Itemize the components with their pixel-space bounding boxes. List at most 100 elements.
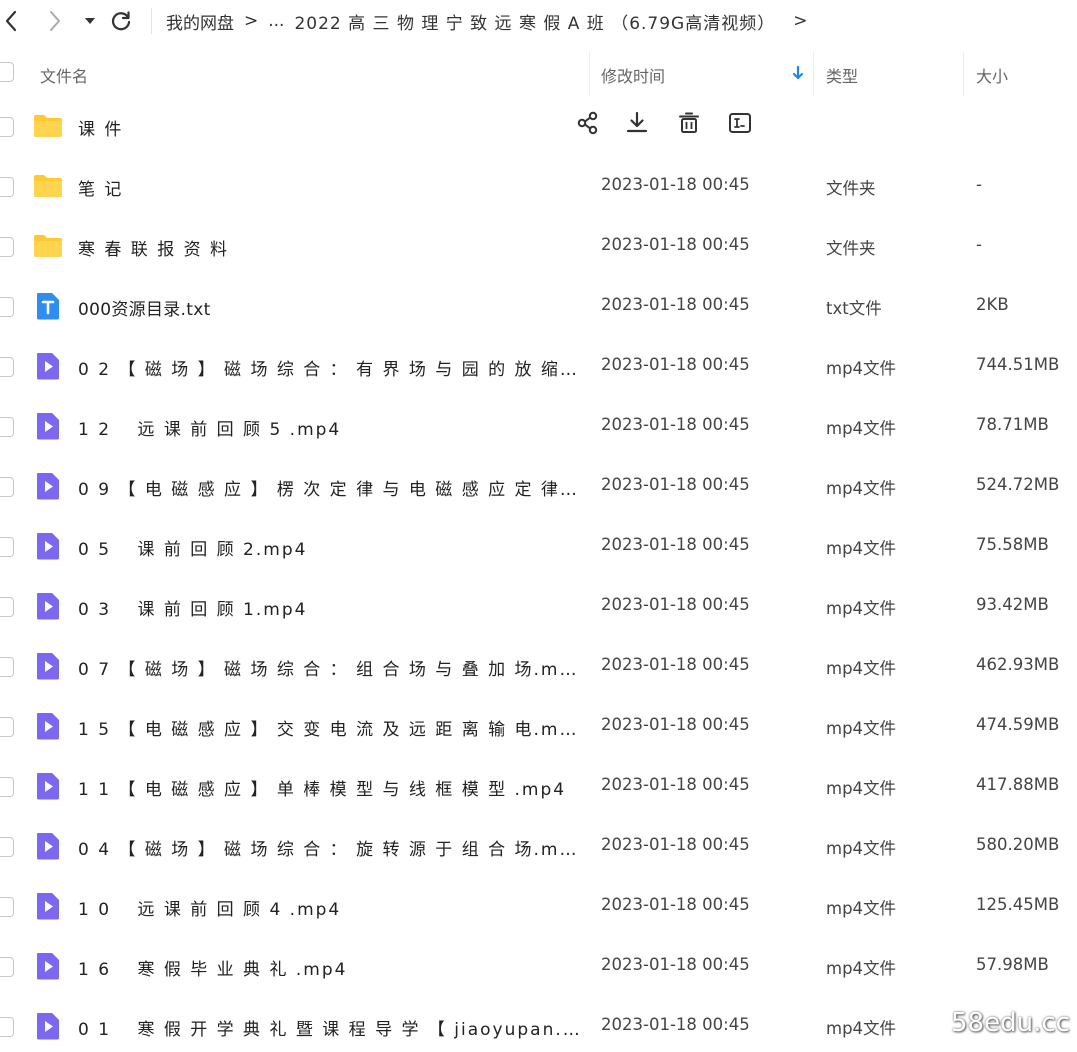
text-file-icon (37, 293, 59, 320)
row-checkbox[interactable] (0, 837, 14, 857)
column-type[interactable]: 类型 (826, 63, 858, 87)
file-name[interactable]: 1 2 远 课 前 回 顾 5 .mp4 (78, 415, 583, 440)
file-name[interactable]: 笔 记 (78, 175, 583, 200)
file-type: txt文件 (826, 299, 882, 318)
row-checkbox[interactable] (0, 177, 14, 197)
column-size[interactable]: 大小 (976, 63, 1008, 87)
file-type: mp4文件 (826, 719, 897, 738)
breadcrumb-root[interactable]: 我的网盘 (166, 9, 234, 34)
share-icon[interactable] (575, 110, 601, 136)
file-row[interactable]: 1 1 【 电 磁 感 应 】 单 棒 模 型 与 线 框 模 型 .mp4 20… (0, 757, 1077, 817)
file-row[interactable]: 1 5 【 电 磁 感 应 】 交 变 电 流 及 远 距 离 输 电.mp4 2… (0, 697, 1077, 757)
file-modified-time: 2023-01-18 00:45 (601, 655, 750, 674)
history-dropdown-button[interactable] (82, 6, 98, 36)
file-size: - (976, 175, 982, 194)
file-name[interactable]: 1 5 【 电 磁 感 应 】 交 变 电 流 及 远 距 离 输 电.mp4 (78, 715, 583, 740)
forward-button[interactable] (44, 6, 66, 36)
video-file-icon (37, 893, 59, 920)
file-type: 文件夹 (826, 179, 876, 198)
file-name[interactable]: 0 4 【 磁 场 】 磁 场 综 合 ： 旋 转 源 于 组 合 场.mp4 (78, 835, 583, 860)
row-checkbox[interactable] (0, 477, 14, 497)
file-name[interactable]: 寒 春 联 报 资 料 (78, 235, 583, 260)
back-button[interactable] (0, 6, 22, 36)
file-modified-time: 2023-01-18 00:45 (601, 355, 750, 374)
file-name[interactable]: 0 5 课 前 回 顾 2.mp4 (78, 535, 583, 560)
folder-icon (34, 115, 62, 137)
breadcrumb-ellipsis[interactable]: ... (268, 11, 284, 31)
file-row[interactable]: 1 2 远 课 前 回 顾 5 .mp4 2023-01-18 00:45 mp4文… (0, 397, 1077, 457)
row-checkbox[interactable] (0, 297, 14, 317)
video-file-icon (37, 833, 59, 860)
video-file-icon (37, 593, 59, 620)
file-type: 文件夹 (826, 239, 876, 258)
file-name[interactable]: 1 6 寒 假 毕 业 典 礼 .mp4 (78, 955, 583, 980)
trash-icon[interactable] (676, 110, 702, 136)
video-file-icon (37, 953, 59, 980)
row-checkbox[interactable] (0, 657, 14, 677)
file-name[interactable]: 0 3 课 前 回 顾 1.mp4 (78, 595, 583, 620)
file-type: mp4文件 (826, 839, 897, 858)
file-row[interactable]: 0 4 【 磁 场 】 磁 场 综 合 ： 旋 转 源 于 组 合 场.mp4 2… (0, 817, 1077, 877)
file-row[interactable]: 1 0 远 课 前 回 顾 4 .mp4 2023-01-18 00:45 mp4文… (0, 877, 1077, 937)
file-name[interactable]: 000资源目录.txt (78, 295, 583, 320)
row-checkbox[interactable] (0, 117, 14, 137)
file-name[interactable]: 1 1 【 电 磁 感 应 】 单 棒 模 型 与 线 框 模 型 .mp4 (78, 775, 583, 800)
file-row[interactable]: 1 6 寒 假 毕 业 典 礼 .mp4 2023-01-18 00:45 mp4文… (0, 937, 1077, 997)
row-checkbox[interactable] (0, 597, 14, 617)
row-checkbox[interactable] (0, 537, 14, 557)
file-type: mp4文件 (826, 599, 897, 618)
file-row[interactable]: 0 5 课 前 回 顾 2.mp4 2023-01-18 00:45 mp4文件 75… (0, 517, 1077, 577)
file-modified-time: 2023-01-18 00:45 (601, 415, 750, 434)
file-name[interactable]: 课 件 (78, 115, 583, 140)
row-checkbox[interactable] (0, 417, 14, 437)
refresh-button[interactable] (108, 6, 134, 36)
file-type: mp4文件 (826, 659, 897, 678)
file-name[interactable]: 0 9 【 电 磁 感 应 】 楞 次 定 律 与 电 磁 感 应 定 律 .m… (78, 475, 583, 500)
file-row[interactable]: 0 3 课 前 回 顾 1.mp4 2023-01-18 00:45 mp4文件 93… (0, 577, 1077, 637)
sort-descending-icon[interactable] (791, 64, 805, 82)
file-modified-time: 2023-01-18 00:45 (601, 595, 750, 614)
file-row[interactable]: 0 1 寒 假 开 学 典 礼 暨 课 程 导 学 【 jiaoyupan.co… (0, 997, 1077, 1052)
chevron-right-icon (50, 11, 60, 31)
file-type: mp4文件 (826, 479, 897, 498)
select-all-checkbox[interactable] (0, 62, 14, 82)
video-file-icon (37, 773, 59, 800)
file-row[interactable]: 笔 记 2023-01-18 00:45 文件夹 - (0, 157, 1077, 217)
row-checkbox[interactable] (0, 957, 14, 977)
file-size: 474.59MB (976, 715, 1060, 734)
breadcrumb-current-folder[interactable]: 2022 高 三 物 理 宁 致 远 寒 假 A 班 （6.79G高清视频） (294, 9, 775, 34)
file-row[interactable]: 0 2 【 磁 场 】 磁 场 综 合 ： 有 界 场 与 园 的 放 缩 和 … (0, 337, 1077, 397)
column-divider (813, 52, 814, 96)
folder-icon (34, 235, 62, 257)
file-row[interactable]: 000资源目录.txt 2023-01-18 00:45 txt文件 2KB (0, 277, 1077, 337)
row-checkbox[interactable] (0, 1017, 14, 1037)
file-size: 2KB (976, 295, 1009, 314)
file-manager-window: 我的网盘 > ... 2022 高 三 物 理 宁 致 远 寒 假 A 班 （6… (0, 0, 1077, 1052)
file-modified-time: 2023-01-18 00:45 (601, 895, 750, 914)
caret-down-icon (85, 18, 95, 24)
file-name[interactable]: 1 0 远 课 前 回 顾 4 .mp4 (78, 895, 583, 920)
row-checkbox[interactable] (0, 777, 14, 797)
file-name[interactable]: 0 1 寒 假 开 学 典 礼 暨 课 程 导 学 【 jiaoyupan.co… (78, 1015, 583, 1040)
file-row[interactable]: 寒 春 联 报 资 料 2023-01-18 00:45 文件夹 - (0, 217, 1077, 277)
video-file-icon (37, 353, 59, 380)
row-checkbox[interactable] (0, 897, 14, 917)
row-checkbox[interactable] (0, 357, 14, 377)
rename-icon[interactable] (727, 110, 753, 136)
file-modified-time: 2023-01-18 00:45 (601, 535, 750, 554)
column-modified[interactable]: 修改时间 (601, 63, 665, 87)
watermark: 58edu.cc (951, 1008, 1070, 1038)
row-checkbox[interactable] (0, 237, 14, 257)
file-row[interactable]: 0 7 【 磁 场 】 磁 场 综 合 ： 组 合 场 与 叠 加 场.mp4 2… (0, 637, 1077, 697)
refresh-icon (111, 11, 131, 31)
column-name[interactable]: 文件名 (40, 63, 88, 87)
file-type: mp4文件 (826, 1019, 897, 1038)
file-name[interactable]: 0 2 【 磁 场 】 磁 场 综 合 ： 有 界 场 与 园 的 放 缩 和 … (78, 355, 583, 380)
file-name[interactable]: 0 7 【 磁 场 】 磁 场 综 合 ： 组 合 场 与 叠 加 场.mp4 (78, 655, 583, 680)
file-modified-time: 2023-01-18 00:45 (601, 175, 750, 194)
file-row[interactable]: 0 9 【 电 磁 感 应 】 楞 次 定 律 与 电 磁 感 应 定 律 .m… (0, 457, 1077, 517)
row-checkbox[interactable] (0, 717, 14, 737)
file-type: mp4文件 (826, 959, 897, 978)
download-icon[interactable] (624, 110, 650, 136)
file-row[interactable]: 课 件 (0, 97, 1077, 157)
